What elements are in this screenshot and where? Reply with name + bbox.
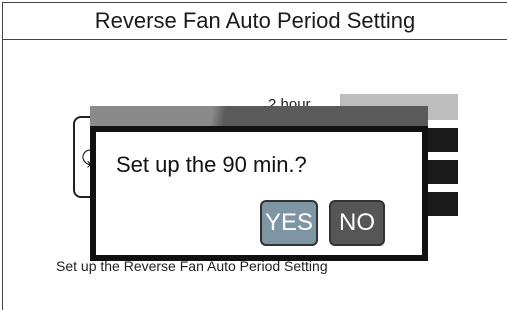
dialog-header	[90, 106, 428, 128]
dialog-message: Set up the 90 min.?	[116, 152, 307, 177]
no-button[interactable]: NO	[329, 200, 385, 246]
page-title: Reverse Fan Auto Period Setting	[3, 3, 507, 40]
confirm-dialog: Set up the 90 min.? YES NO	[90, 106, 428, 261]
yes-button[interactable]: YES	[260, 200, 318, 246]
dialog-body: Set up the 90 min.? YES NO	[90, 126, 428, 261]
